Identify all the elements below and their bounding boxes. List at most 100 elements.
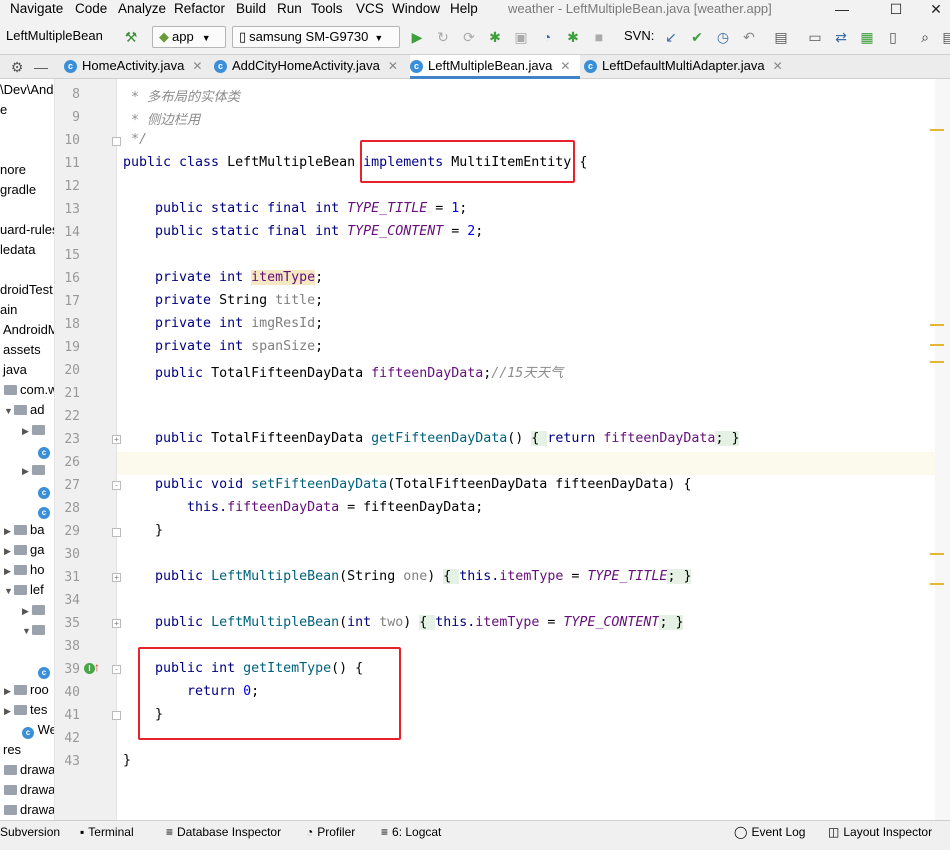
fold-marker-icon[interactable]: - <box>112 665 121 674</box>
tab-leftmultiplebean[interactable]: c LeftMultipleBean.java ✕ <box>410 55 580 79</box>
menu-refactor[interactable]: Refactor <box>174 1 225 16</box>
debug-icon[interactable]: ✱ <box>486 28 504 46</box>
svn-history-icon[interactable]: ◷ <box>714 28 732 46</box>
fold-marker-icon[interactable] <box>112 137 121 146</box>
maximize-icon[interactable]: ☐ <box>876 0 916 20</box>
line-number: 39 <box>64 662 80 677</box>
svn-revert-icon[interactable]: ↶ <box>740 28 758 46</box>
logcat-button[interactable]: ≡ 6: Logcat <box>381 825 441 839</box>
settings-icon[interactable]: ▤ <box>940 28 950 46</box>
database-inspector-button[interactable]: ≡ Database Inspector <box>166 825 281 839</box>
sdk-manager-icon[interactable]: ▦ <box>858 28 876 46</box>
layout-inspector-button[interactable]: ◫ Layout Inspector <box>828 825 932 839</box>
field: spanSize <box>251 339 316 354</box>
main-toolbar: LeftMultipleBean ⚒ ◆ app ▼ ▯ samsung SM-G97… <box>0 20 950 55</box>
run-icon[interactable]: ▶ <box>408 28 426 46</box>
subversion-button[interactable]: Subversion <box>0 825 60 839</box>
menu-window[interactable]: Window <box>392 1 440 16</box>
menu-analyze[interactable]: Analyze <box>118 1 166 16</box>
fold-marker-icon[interactable] <box>112 711 121 720</box>
svn-update-icon[interactable]: ↙ <box>662 28 680 46</box>
code-line: public LeftMultipleBean(String one) { th… <box>123 569 692 584</box>
attach-debugger-icon[interactable]: ✱ <box>564 28 582 46</box>
annotation-box-implements <box>360 140 575 183</box>
menu-build[interactable]: Build <box>236 1 266 16</box>
fold-marker-icon[interactable] <box>112 528 121 537</box>
gear-icon[interactable]: ⚙ <box>8 58 26 76</box>
menu-run[interactable]: Run <box>277 1 302 16</box>
tab-homeactivity[interactable]: c HomeActivity.java ✕ <box>64 55 204 79</box>
run-config-select[interactable]: ◆ app ▼ <box>152 26 226 48</box>
warning-mark[interactable] <box>930 583 944 585</box>
fold-marker-icon[interactable]: + <box>112 435 121 444</box>
menu-navigate[interactable]: Navigate <box>10 1 63 16</box>
line-number: 12 <box>64 179 80 194</box>
device-select[interactable]: ▯ samsung SM-G9730 ▼ <box>232 26 400 48</box>
warning-mark[interactable] <box>930 324 944 326</box>
punct: ; <box>315 316 324 331</box>
line-number: 34 <box>64 593 80 608</box>
warning-mark[interactable] <box>930 553 944 555</box>
code-line: public static final int TYPE_TITLE = 1; <box>123 201 467 216</box>
close-icon[interactable]: ✕ <box>916 0 950 20</box>
punct: ) <box>427 569 444 584</box>
code-line: private int itemType; <box>123 270 323 285</box>
class-icon: c <box>64 60 77 73</box>
warning-mark[interactable] <box>930 344 944 346</box>
search-icon[interactable]: ⌕ <box>916 28 934 46</box>
caret-line-highlight <box>117 452 935 475</box>
terminal-button[interactable]: ▪ Terminal <box>80 825 134 839</box>
fold-marker-icon[interactable]: + <box>112 573 121 582</box>
tree-item[interactable]: drawa <box>4 802 54 817</box>
minimize-icon[interactable]: — <box>822 0 862 20</box>
editor-scrollbar[interactable] <box>935 79 950 820</box>
keyword: private <box>123 293 220 308</box>
params: (String <box>339 569 404 584</box>
line-number: 41 <box>64 708 80 723</box>
hammer-icon[interactable]: ⚒ <box>122 28 140 46</box>
tab-addcityhomeactivity[interactable]: c AddCityHomeActivity.java ✕ <box>214 55 404 79</box>
code-line: public LeftMultipleBean(int two) { this.… <box>123 615 684 630</box>
code-line: * 多布局的实体类 <box>123 86 240 105</box>
profiler-button[interactable]: ◔ Profiler <box>306 825 355 839</box>
menu-tools[interactable]: Tools <box>311 1 343 16</box>
menu-vcs[interactable]: VCS <box>356 1 384 16</box>
keyword: public class <box>123 155 228 170</box>
line-number: 30 <box>64 547 80 562</box>
menu-help[interactable]: Help <box>450 1 478 16</box>
device-manager-icon[interactable]: ▯ <box>884 28 902 46</box>
fold-marker-icon[interactable]: + <box>112 619 121 628</box>
event-log-button[interactable]: ◯ Event Log <box>734 825 805 839</box>
brace: } <box>123 523 164 538</box>
apply-changes-icon[interactable]: ⟳ <box>460 28 478 46</box>
run-config-label: app <box>172 29 194 44</box>
close-tab-icon[interactable]: ✕ <box>773 59 783 73</box>
warning-mark[interactable] <box>930 361 944 363</box>
attach-icon[interactable]: ▣ <box>512 28 530 46</box>
svn-commit-icon[interactable]: ✔ <box>688 28 706 46</box>
line-number: 21 <box>64 386 80 401</box>
punct: ; <box>315 339 324 354</box>
project-structure-icon[interactable]: ▤ <box>772 28 790 46</box>
avd-manager-icon[interactable]: ▭ <box>806 28 824 46</box>
brace: } <box>683 569 692 584</box>
fold-marker-icon[interactable]: - <box>112 481 121 490</box>
collapse-icon[interactable]: — <box>32 58 50 76</box>
close-tab-icon[interactable]: ✕ <box>192 59 202 73</box>
code-line: private String title; <box>123 293 323 308</box>
tree-item[interactable]: drawa <box>4 782 54 797</box>
breadcrumb[interactable]: LeftMultipleBean <box>6 26 103 48</box>
profile-icon[interactable]: ◔ <box>538 28 556 46</box>
constant: TYPE_CONTENT <box>563 615 660 630</box>
menu-code[interactable]: Code <box>75 1 107 16</box>
close-tab-icon[interactable]: ✕ <box>388 59 398 73</box>
close-tab-icon[interactable]: ✕ <box>560 59 570 73</box>
warning-mark[interactable] <box>930 129 944 131</box>
rerun-icon[interactable]: ↻ <box>434 28 452 46</box>
keyword: public <box>123 366 212 381</box>
tab-leftdefaultmultiadapter[interactable]: c LeftDefaultMultiAdapter.java ✕ <box>584 55 790 79</box>
stop-icon[interactable]: ■ <box>590 28 608 46</box>
keyword: public void <box>123 477 252 492</box>
operator: = <box>443 224 468 239</box>
sync-icon[interactable]: ⇄ <box>832 28 850 46</box>
